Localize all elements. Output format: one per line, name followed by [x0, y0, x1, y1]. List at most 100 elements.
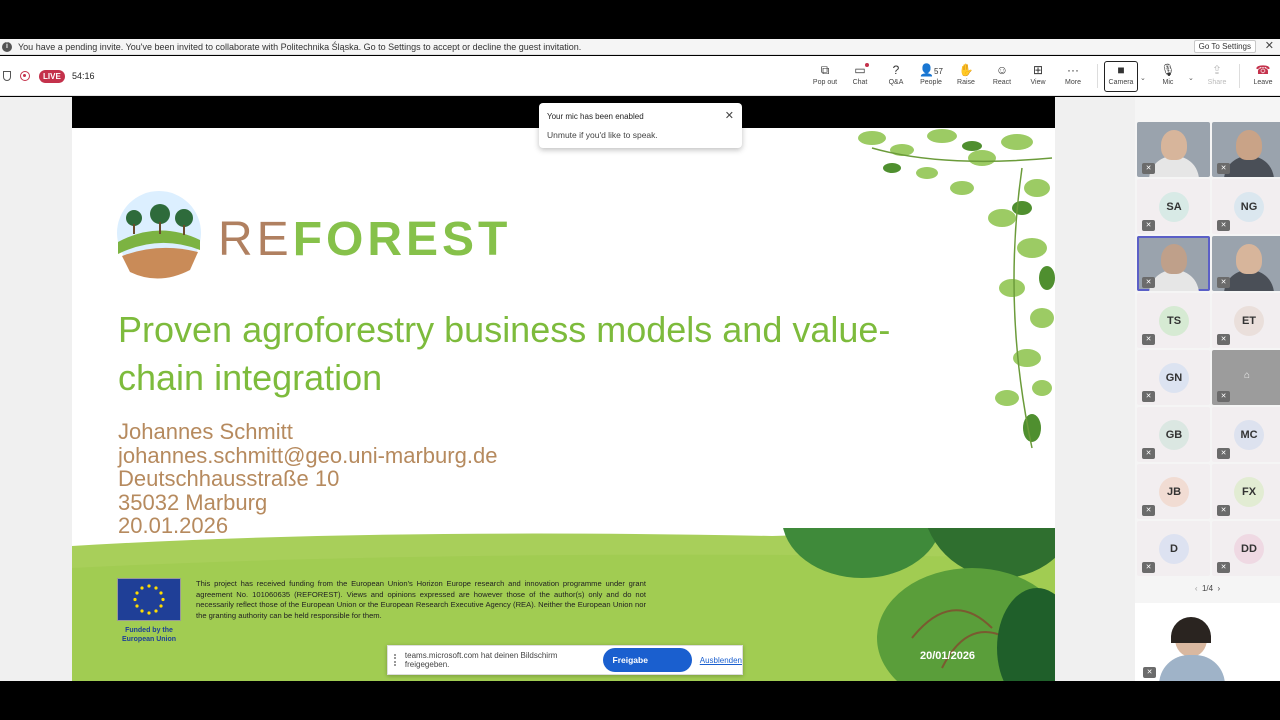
slide-footer-date: 20/01/2026	[920, 650, 976, 662]
people-icon: 👤	[919, 63, 935, 77]
chat-button[interactable]: ▭ Chat	[843, 62, 877, 92]
participant-tile[interactable]: TS ✕	[1137, 293, 1210, 348]
participant-tile[interactable]: GN ✕	[1137, 350, 1210, 405]
chat-unread-dot	[865, 63, 869, 67]
participant-tile[interactable]: ✕	[1137, 236, 1210, 291]
next-page-chevron-icon[interactable]: ›	[1218, 584, 1221, 593]
participant-tile[interactable]: DD ✕	[1212, 521, 1280, 576]
more-button[interactable]: ··· More	[1056, 62, 1090, 92]
shield-icon	[3, 71, 11, 81]
banner-message: You have a pending invite. You've been i…	[18, 41, 582, 52]
participant-tile[interactable]: ET ✕	[1212, 293, 1280, 348]
leave-button[interactable]: ☎ Leave	[1246, 62, 1280, 92]
stop-sharing-button[interactable]: Freigabe beenden	[602, 648, 692, 689]
share-status-message: teams.microsoft.com hat deinen Bildschir…	[404, 651, 558, 669]
phone-hangup-icon: ☎	[1255, 63, 1271, 77]
author-block: Johannes Schmitt johannes.schmitt@geo.un…	[118, 420, 497, 538]
author-name: Johannes Schmitt	[118, 419, 293, 444]
close-icon[interactable]: ✕	[725, 109, 734, 122]
self-shoulders	[1159, 655, 1225, 681]
more-icon: ···	[1067, 63, 1079, 77]
share-button[interactable]: ⇪ Share	[1200, 62, 1234, 92]
author-city: 35032 Marburg	[118, 489, 268, 515]
participant-avatar: MC	[1234, 420, 1264, 450]
participant-tile[interactable]: ⌂ ✕	[1212, 350, 1280, 405]
view-button[interactable]: ⊞ View	[1021, 62, 1055, 92]
slide-title: Proven agroforestry business models and …	[118, 309, 891, 398]
previous-page-chevron-icon[interactable]: ‹	[1195, 584, 1198, 593]
camera-off-icon: ⌂	[1244, 370, 1251, 381]
participant-avatar: SA	[1159, 192, 1189, 222]
participant-tile[interactable]: FX ✕	[1212, 464, 1280, 519]
participant-tile[interactable]: ✕	[1137, 122, 1210, 177]
drag-handle-icon[interactable]	[394, 654, 398, 666]
mic-off-icon: ✕	[1142, 505, 1155, 516]
participant-avatar: ET	[1234, 306, 1264, 336]
mic-off-icon: ✕	[1142, 448, 1155, 459]
participant-tile[interactable]: SA ✕	[1137, 179, 1210, 234]
reforest-logo	[117, 191, 201, 279]
camera-icon: ■	[1117, 63, 1125, 77]
mic-off-icon: ✕	[1217, 505, 1230, 516]
self-view-video[interactable]: ✕	[1135, 603, 1280, 681]
toast-body: Unmute if you'd like to speak.	[547, 130, 658, 140]
hide-share-bar-link[interactable]: Ausblenden	[700, 656, 742, 665]
author-email: johannes.schmitt@geo.uni-marburg.de	[118, 442, 498, 468]
smile-icon: ☺	[995, 63, 1009, 77]
grid-icon: ⊞	[1032, 63, 1044, 77]
people-button[interactable]: 👤57 People	[914, 62, 948, 92]
participant-tile[interactable]: NG ✕	[1212, 179, 1280, 234]
author-street: Deutschhausstraße 10	[118, 466, 340, 491]
participant-avatar: GB	[1159, 420, 1189, 450]
reforest-wordmark: REFOREST	[218, 213, 512, 266]
participant-tile[interactable]: ✕	[1212, 122, 1280, 177]
mic-off-icon: ✕	[1142, 163, 1155, 174]
go-to-settings-button[interactable]: Go To Settings	[1193, 40, 1256, 53]
qa-button[interactable]: ? Q&A	[879, 62, 913, 92]
mic-off-icon: ✕	[1217, 562, 1230, 573]
mic-off-icon: ✕	[1217, 334, 1230, 345]
meeting-toolbar: LIVE 54:16 ⧉ Pop out ▭ Chat ? Q&A 👤57 Pe…	[0, 56, 1280, 96]
participant-avatar: GN	[1159, 363, 1189, 393]
top-letterbox	[0, 0, 1280, 39]
participant-tile[interactable]: GB ✕	[1137, 407, 1210, 462]
mic-off-icon: ✕	[1217, 277, 1230, 288]
chat-icon: ▭	[854, 63, 866, 77]
hand-icon: ✋	[958, 63, 974, 77]
participant-avatar: NG	[1234, 192, 1264, 222]
mic-off-icon: 🎙	[1160, 63, 1176, 77]
react-button[interactable]: ☺ React	[985, 62, 1019, 92]
mic-off-icon: ✕	[1217, 448, 1230, 459]
mic-off-icon: ✕	[1217, 391, 1230, 402]
camera-options-chevron-icon[interactable]: ⌄	[1140, 74, 1146, 82]
participant-avatar: TS	[1159, 306, 1189, 336]
pop-out-button[interactable]: ⧉ Pop out	[808, 62, 842, 92]
raise-hand-button[interactable]: ✋ Raise	[949, 62, 983, 92]
participant-avatar: DD	[1234, 534, 1264, 564]
people-count: 57	[934, 67, 943, 76]
participant-avatar: JB	[1159, 477, 1189, 507]
pending-invite-banner: i You have a pending invite. You've been…	[0, 39, 1280, 55]
close-icon[interactable]: ✕	[1265, 39, 1274, 54]
bottom-letterbox	[0, 681, 1280, 720]
participant-tile[interactable]: ✕	[1212, 236, 1280, 291]
participant-avatar: D	[1159, 534, 1189, 564]
camera-button[interactable]: ■ Camera	[1104, 61, 1138, 92]
participant-face	[1236, 130, 1262, 160]
participant-tile[interactable]: D ✕	[1137, 521, 1210, 576]
toolbar-divider	[1097, 64, 1098, 88]
participant-tile[interactable]: MC ✕	[1212, 407, 1280, 462]
mic-options-chevron-icon[interactable]: ⌄	[1188, 74, 1194, 82]
mic-off-icon: ✕	[1217, 220, 1230, 231]
participants-gallery: ✕ ✕ SA ✕ NG ✕ ✕ ✕ TS ✕ ET ✕ GN ✕ ⌂ ✕ GB ✕ MC ✕ JB ✕ FX ✕ D ✕ DD ✕ ‹…	[1135, 97, 1280, 681]
share-icon: ⇪	[1211, 63, 1223, 77]
eu-funding-caption: Funded by the European Union	[121, 627, 177, 643]
participant-tile[interactable]: JB ✕	[1137, 464, 1210, 519]
page-indicator: 1/4	[1201, 584, 1214, 593]
participant-face	[1161, 130, 1187, 160]
mic-button[interactable]: 🎙 Mic	[1151, 62, 1185, 92]
gallery-pager: ‹ 1/4 ›	[1135, 584, 1280, 593]
recording-icon	[20, 71, 30, 81]
mic-off-icon: ✕	[1217, 163, 1230, 174]
mic-off-icon: ✕	[1142, 562, 1155, 573]
